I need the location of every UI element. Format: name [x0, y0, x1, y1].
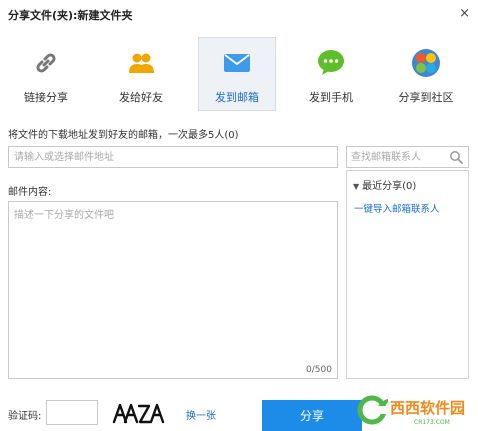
tab-share-community[interactable]: 分享到社区: [388, 38, 464, 110]
share-tabs: 链接分享 发给好友 发到邮箱 发到手机 分享到社区: [0, 36, 478, 116]
svg-text:西西软件园: 西西软件园: [390, 399, 465, 417]
share-button[interactable]: 分享: [262, 400, 362, 431]
recent-shares-toggle[interactable]: ▼ 最近分享(0): [353, 177, 416, 192]
email-content-textarea[interactable]: [8, 201, 338, 379]
mail-icon: [224, 54, 250, 72]
tab-label: 发到邮箱: [215, 91, 259, 104]
contacts-panel: ▼ 最近分享(0) 一键导入邮箱联系人: [346, 170, 469, 379]
recent-shares-label: 最近分享(0): [362, 181, 417, 192]
captcha-input[interactable]: [46, 400, 98, 425]
svg-text:CR173.COM: CR173.COM: [414, 419, 450, 426]
tab-label: 链接分享: [24, 91, 68, 104]
close-icon[interactable]: ×: [459, 6, 470, 21]
site-watermark-logo: 西西软件园 CR173.COM: [357, 395, 470, 426]
chat-phone-icon: [318, 50, 344, 75]
tab-label: 发到手机: [309, 91, 353, 104]
char-counter: 0/500: [306, 365, 332, 375]
tab-link-share[interactable]: 链接分享: [8, 38, 84, 110]
import-contacts-link[interactable]: 一键导入邮箱联系人: [354, 201, 440, 215]
link-icon: [36, 53, 56, 73]
tab-label: 分享到社区: [398, 91, 454, 104]
captcha-image: [112, 403, 165, 424]
dialog-title: 分享文件(夹):新建文件夹: [8, 9, 133, 22]
email-address-input[interactable]: [8, 146, 338, 168]
triangle-down-icon: ▼: [353, 182, 360, 191]
community-icon: [412, 49, 440, 77]
tab-send-friends[interactable]: 发给好友: [103, 38, 179, 110]
friends-icon: [129, 53, 154, 73]
tab-send-email[interactable]: 发到邮箱: [198, 37, 276, 111]
tab-send-phone[interactable]: 发到手机: [293, 38, 369, 110]
email-content-label: 邮件内容:: [8, 187, 52, 198]
tab-label: 发给好友: [119, 91, 163, 104]
title-bar: 分享文件(夹):新建文件夹 ×: [0, 0, 478, 28]
refresh-captcha-link[interactable]: 换一张: [186, 407, 216, 422]
captcha-label: 验证码:: [8, 411, 42, 422]
email-hint: 将文件的下载地址发到好友的邮箱，一次最多5人(0): [8, 130, 239, 141]
search-icon[interactable]: [449, 150, 463, 164]
